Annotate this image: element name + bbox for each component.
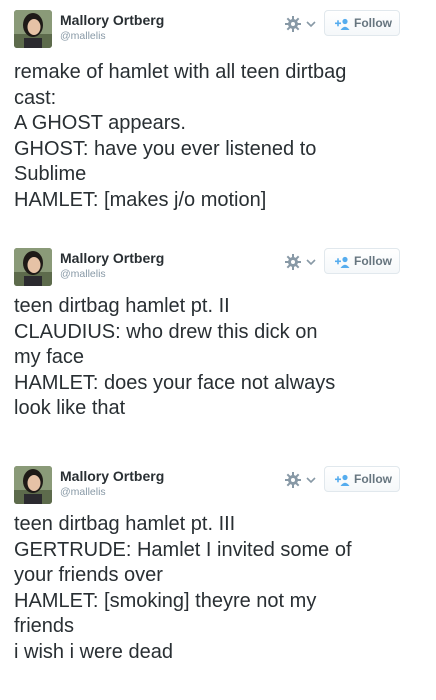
tweet-card: Mallory Ortberg @mallelis xyxy=(0,0,436,238)
tweet-line: teen dirtbag hamlet pt. III xyxy=(14,513,236,535)
follow-button[interactable]: Follow xyxy=(324,10,400,36)
gear-icon xyxy=(285,254,301,270)
tweet-line: A GHOST appears. xyxy=(14,112,186,134)
tweet-card: Mallory Ortberg @mallelis xyxy=(0,238,436,456)
tweet-line: remake of hamlet with all teen dirtbag xyxy=(14,61,347,83)
tweet-line: GERTRUDE: Hamlet I invited some of xyxy=(14,538,352,561)
tweet-line: HAMLET: [smoking] theyre not my xyxy=(14,589,317,612)
chevron-down-icon xyxy=(306,21,316,28)
tweet-line: HAMLET: [makes j/o motion] xyxy=(14,188,267,211)
author-handle[interactable]: @mallelis xyxy=(60,268,106,280)
settings-menu[interactable] xyxy=(282,250,322,274)
tweet-line: look like that xyxy=(14,397,126,419)
tweet-line: Sublime xyxy=(14,163,87,185)
tweet-line: i wish i were dead xyxy=(14,640,173,663)
avatar[interactable] xyxy=(14,466,52,504)
tweet-line: your friends over xyxy=(14,564,163,586)
follow-button[interactable]: Follow xyxy=(324,248,400,274)
chevron-down-icon xyxy=(306,259,316,266)
author-handle[interactable]: @mallelis xyxy=(60,30,106,42)
tweet-line: GHOST: have you ever listened to xyxy=(14,137,317,160)
author-name[interactable]: Mallory Ortberg xyxy=(60,468,164,484)
avatar[interactable] xyxy=(14,248,52,286)
tweet-text: teen dirtbag hamlet pt. III GERTRUDE: Ha… xyxy=(14,512,424,665)
add-user-icon xyxy=(334,18,350,30)
tweet-card: Mallory Ortberg @mallelis xyxy=(0,456,436,700)
follow-button[interactable]: Follow xyxy=(324,466,400,492)
tweet-line: my face xyxy=(14,346,85,368)
tweet-text: remake of hamlet with all teen dirtbag c… xyxy=(14,60,424,213)
author-name[interactable]: Mallory Ortberg xyxy=(60,12,164,28)
follow-label: Follow xyxy=(354,254,392,268)
tweet-header: Mallory Ortberg @mallelis Follow xyxy=(0,0,436,50)
tweet-header: Mallory Ortberg @mallelis Follow xyxy=(0,238,436,288)
gear-icon xyxy=(285,16,301,32)
settings-menu[interactable] xyxy=(282,468,322,492)
follow-label: Follow xyxy=(354,16,392,30)
tweet-line: cast: xyxy=(14,86,57,109)
tweet-line: CLAUDIUS: who drew this dick on xyxy=(14,320,318,343)
avatar[interactable] xyxy=(14,10,52,48)
tweet-line: HAMLET: does your face not always xyxy=(14,371,336,394)
tweet-line: teen dirtbag hamlet pt. II xyxy=(14,295,230,317)
author-handle[interactable]: @mallelis xyxy=(60,486,106,498)
follow-label: Follow xyxy=(354,472,392,486)
tweet-text: teen dirtbag hamlet pt. II CLAUDIUS: who… xyxy=(14,294,424,422)
settings-menu[interactable] xyxy=(282,12,322,36)
add-user-icon xyxy=(334,474,350,486)
tweet-header: Mallory Ortberg @mallelis Follow xyxy=(0,456,436,506)
tweet-line: friends xyxy=(14,615,75,637)
gear-icon xyxy=(285,472,301,488)
chevron-down-icon xyxy=(306,477,316,484)
add-user-icon xyxy=(334,256,350,268)
author-name[interactable]: Mallory Ortberg xyxy=(60,250,164,266)
